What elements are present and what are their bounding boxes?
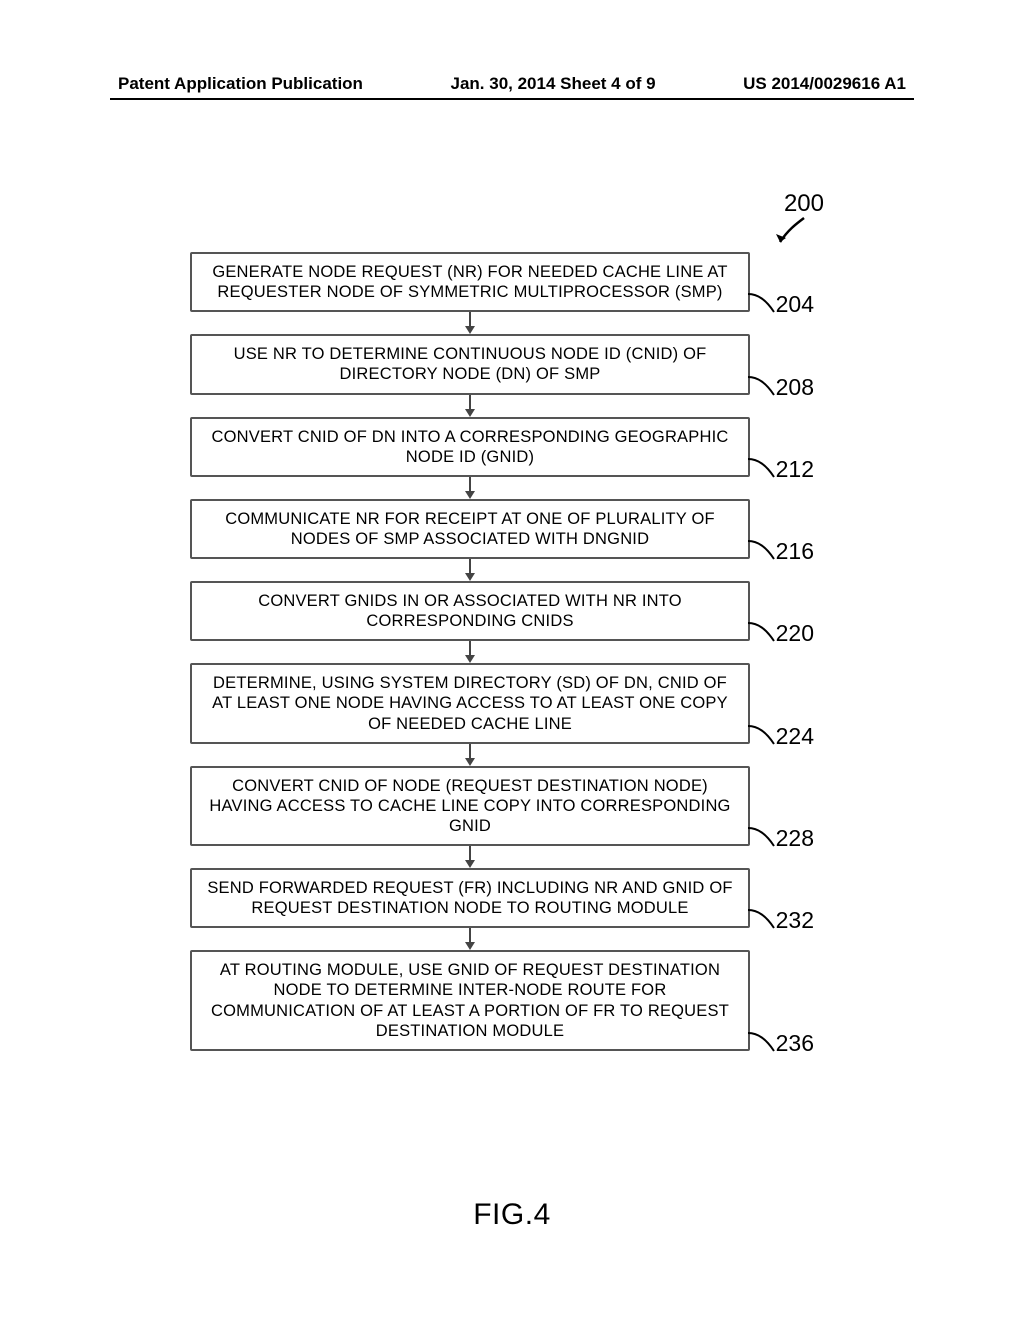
flow-box: GENERATE NODE REQUEST (NR) FOR NEEDED CA…	[190, 252, 750, 312]
flow-box: CONVERT CNID OF NODE (REQUEST DESTINATIO…	[190, 766, 750, 846]
lead-line-icon	[748, 455, 778, 481]
reference-numeral: 212	[776, 456, 814, 483]
flow-step-216: COMMUNICATE NR FOR RECEIPT AT ONE OF PLU…	[190, 499, 750, 559]
figure-caption: FIG.4	[0, 1198, 1024, 1232]
flow-connector	[190, 846, 750, 868]
flow-step-232: SEND FORWARDED REQUEST (FR) INCLUDING NR…	[190, 868, 750, 928]
header-rule	[110, 98, 914, 100]
lead-line-icon	[748, 1029, 778, 1055]
flow-connector	[190, 559, 750, 581]
flow-box: SEND FORWARDED REQUEST (FR) INCLUDING NR…	[190, 868, 750, 928]
flow-box: COMMUNICATE NR FOR RECEIPT AT ONE OF PLU…	[190, 499, 750, 559]
reference-numeral: 204	[776, 291, 814, 318]
lead-line-icon	[748, 619, 778, 645]
page-root: Patent Application Publication Jan. 30, …	[0, 0, 1024, 1320]
reference-numeral: 232	[776, 907, 814, 934]
flow-step-208: USE NR TO DETERMINE CONTINUOUS NODE ID (…	[190, 334, 750, 394]
flow-step-204: GENERATE NODE REQUEST (NR) FOR NEEDED CA…	[190, 252, 750, 312]
header-row: Patent Application Publication Jan. 30, …	[0, 74, 1024, 94]
flowchart: GENERATE NODE REQUEST (NR) FOR NEEDED CA…	[190, 252, 750, 1051]
lead-line-icon	[748, 290, 778, 316]
flow-connector	[190, 312, 750, 334]
lead-line-icon	[748, 906, 778, 932]
flow-box: USE NR TO DETERMINE CONTINUOUS NODE ID (…	[190, 334, 750, 394]
lead-line-icon	[748, 722, 778, 748]
flow-box: CONVERT CNID OF DN INTO A CORRESPONDING …	[190, 417, 750, 477]
lead-line-icon	[748, 824, 778, 850]
header-center: Jan. 30, 2014 Sheet 4 of 9	[451, 74, 656, 94]
reference-numeral: 220	[776, 620, 814, 647]
lead-line-icon	[748, 537, 778, 563]
header-left: Patent Application Publication	[118, 74, 363, 94]
flow-connector	[190, 641, 750, 663]
flow-step-220: CONVERT GNIDS IN OR ASSOCIATED WITH NR I…	[190, 581, 750, 641]
flow-step-228: CONVERT CNID OF NODE (REQUEST DESTINATIO…	[190, 766, 750, 846]
reference-numeral: 224	[776, 723, 814, 750]
lead-line-icon	[748, 373, 778, 399]
reference-numeral: 228	[776, 825, 814, 852]
reference-numeral: 236	[776, 1030, 814, 1057]
flow-box: CONVERT GNIDS IN OR ASSOCIATED WITH NR I…	[190, 581, 750, 641]
flow-box: DETERMINE, USING SYSTEM DIRECTORY (SD) O…	[190, 663, 750, 743]
flow-step-224: DETERMINE, USING SYSTEM DIRECTORY (SD) O…	[190, 663, 750, 743]
reference-arrow-icon	[774, 216, 810, 246]
flow-box: AT ROUTING MODULE, USE GNID OF REQUEST D…	[190, 950, 750, 1051]
flow-connector	[190, 477, 750, 499]
flow-step-236: AT ROUTING MODULE, USE GNID OF REQUEST D…	[190, 950, 750, 1051]
page-header: Patent Application Publication Jan. 30, …	[0, 74, 1024, 94]
flow-step-212: CONVERT CNID OF DN INTO A CORRESPONDING …	[190, 417, 750, 477]
header-right: US 2014/0029616 A1	[743, 74, 906, 94]
reference-numeral: 216	[776, 538, 814, 565]
flow-connector	[190, 744, 750, 766]
reference-numeral-main: 200	[784, 190, 824, 218]
reference-numeral: 208	[776, 374, 814, 401]
flow-connector	[190, 928, 750, 950]
flow-connector	[190, 395, 750, 417]
